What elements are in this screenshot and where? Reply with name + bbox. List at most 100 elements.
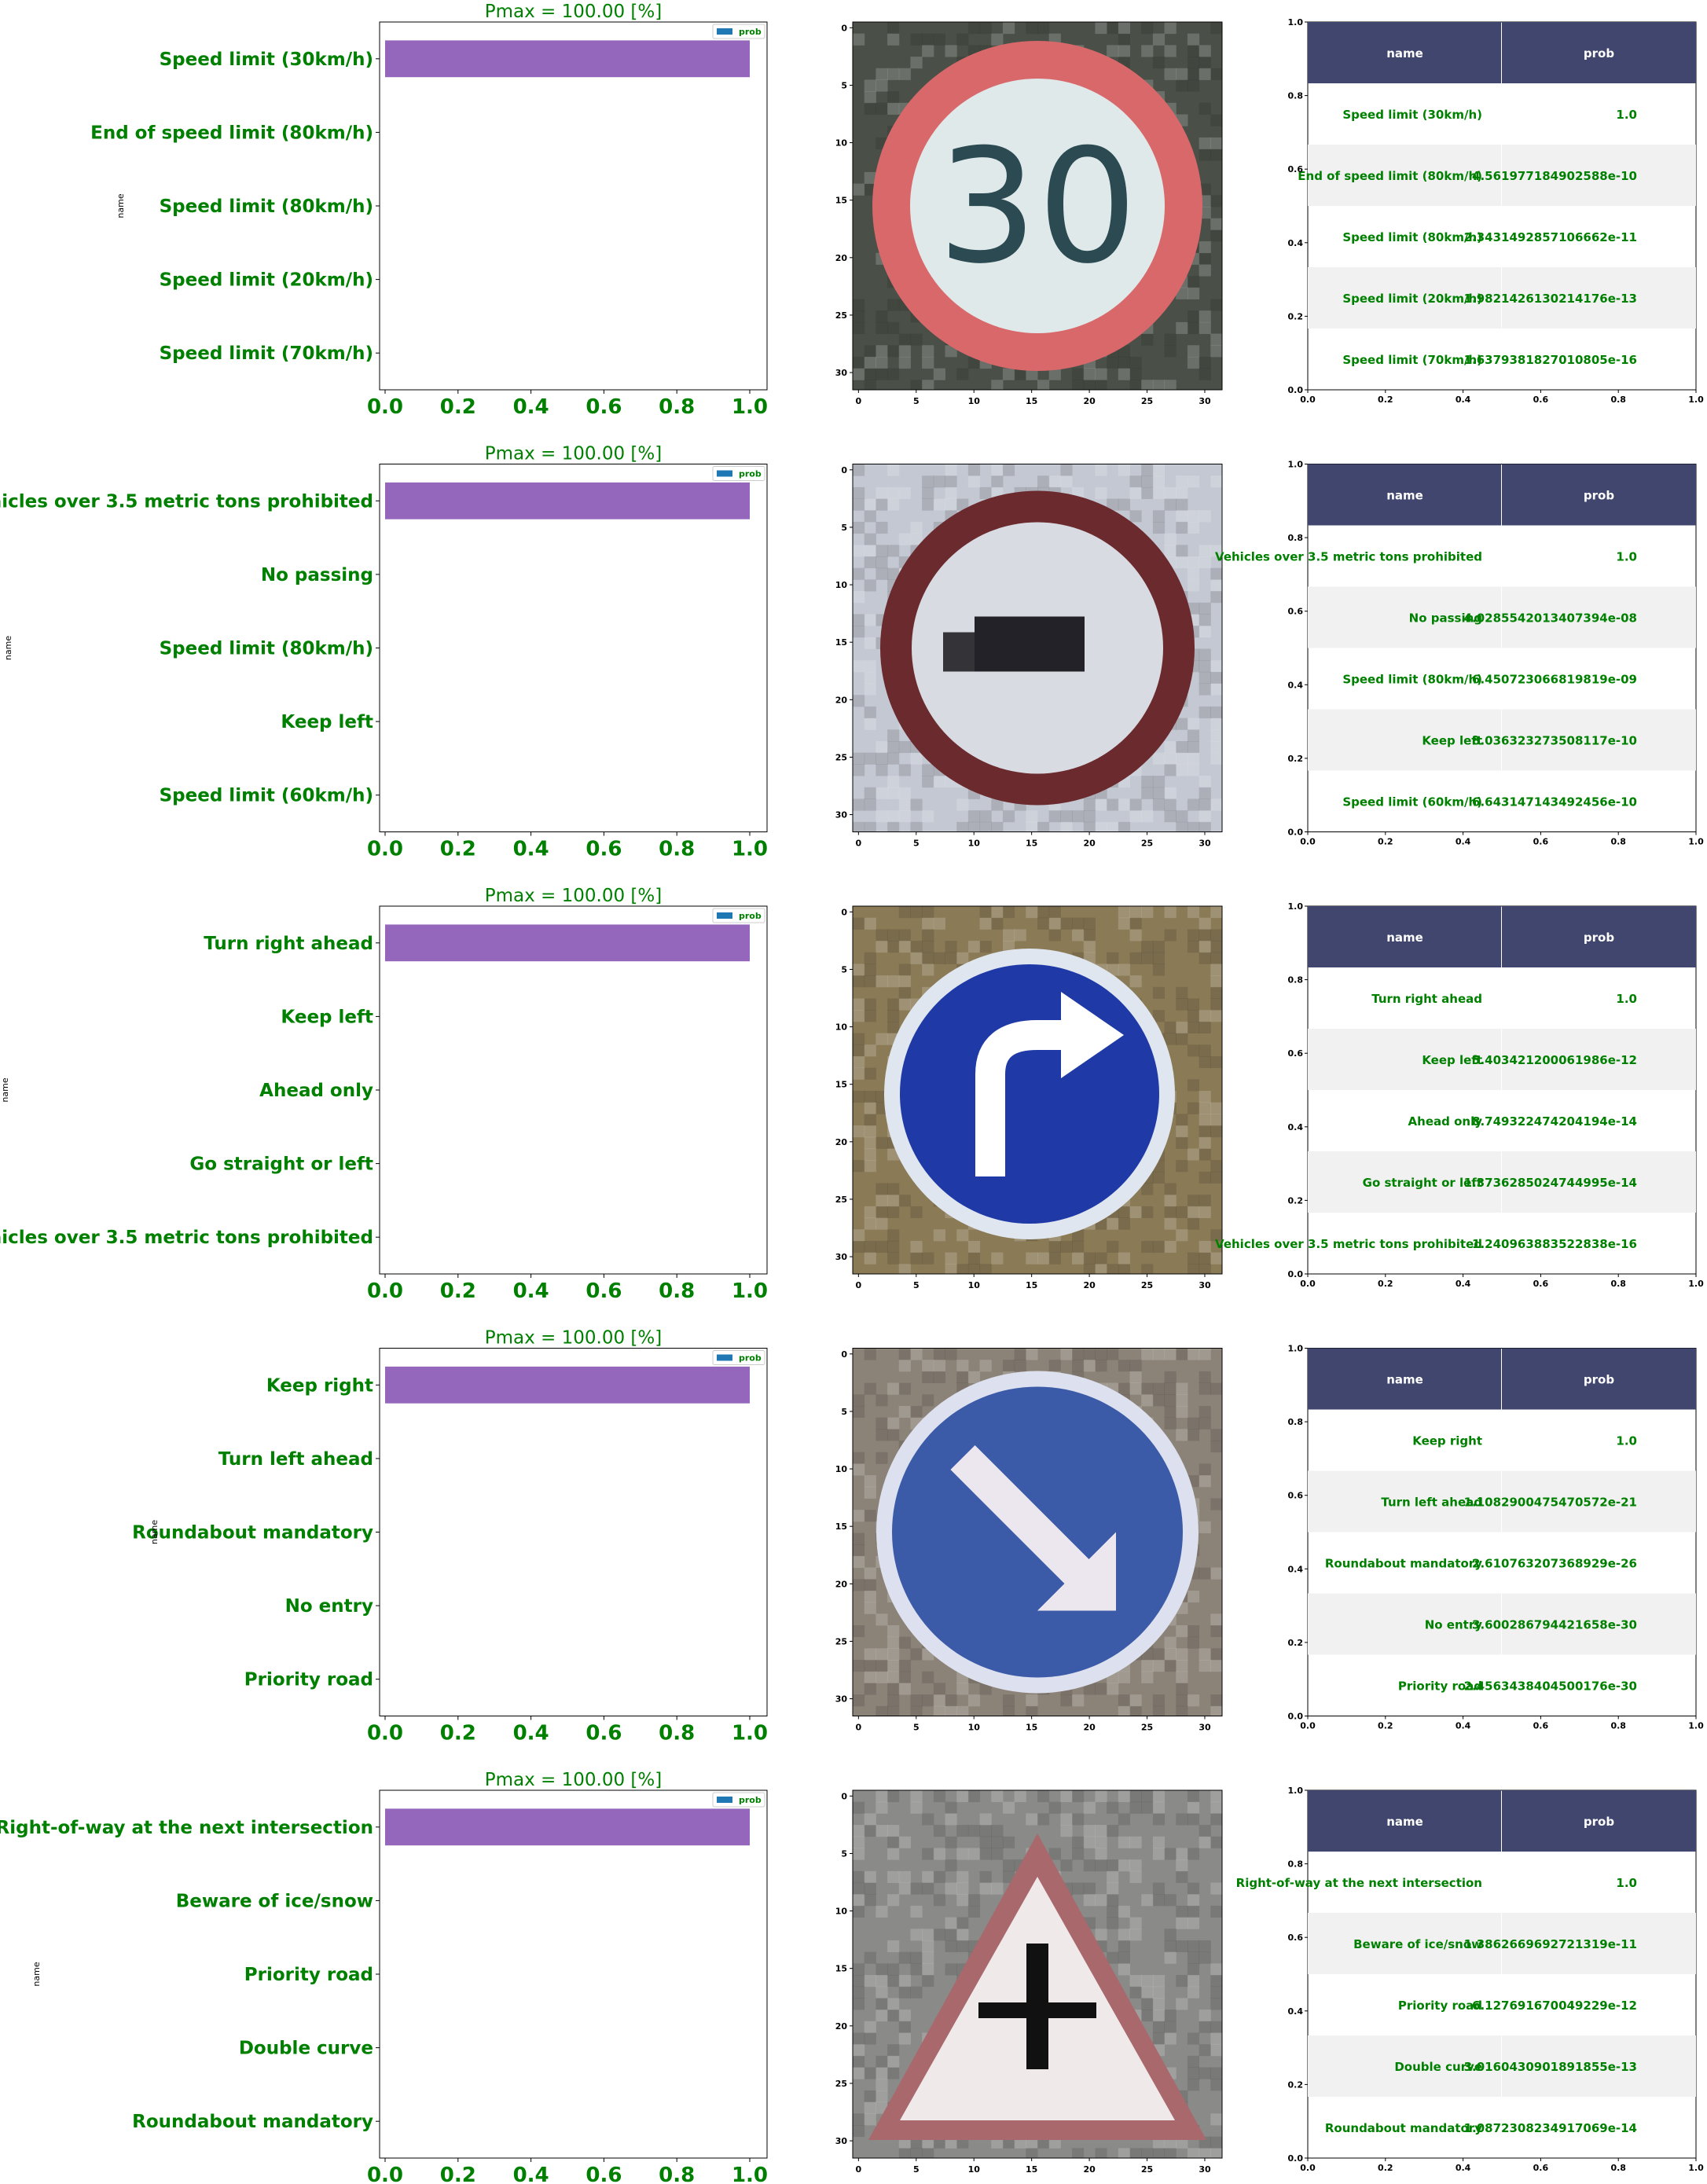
table-cell-prob: 1.3862669692721319e-11	[1464, 1937, 1637, 1951]
x-tick-label: 15	[1026, 1723, 1037, 1733]
table-cell-name: Keep right	[1412, 1434, 1482, 1448]
x-tick-label: 1.0	[732, 1722, 768, 1745]
y-tick-label: 30	[835, 368, 848, 378]
y-tick-label: 0.4	[1288, 1564, 1304, 1574]
bar-chart: Pmax = 100.00 [%] Vehicles over 3.5 metri…	[0, 444, 768, 861]
table-cell-prob: 4.0285542013407394e-08	[1464, 611, 1637, 626]
sign-face	[900, 964, 1159, 1224]
x-tick-label: 15	[1026, 2164, 1037, 2175]
y-tick-label: 20	[835, 1579, 848, 1589]
x-tick-label: 0.0	[367, 1279, 403, 1303]
x-tick-label: 0.8	[1610, 1279, 1626, 1289]
y-tick-label: 0.8	[1288, 1859, 1304, 1870]
category-label: End of speed limit (80km/h)	[90, 123, 373, 143]
category-label: No passing	[261, 565, 373, 585]
category-label: Turn left ahead	[218, 1449, 373, 1470]
x-tick-label: 25	[1141, 396, 1153, 406]
chart-row-3: Pmax = 100.00 [%] Turn right ahead Keep le…	[0, 886, 1704, 1303]
y-tick-label: 25	[835, 1195, 847, 1205]
table-header-name: name	[1386, 46, 1423, 61]
probability-table-panel: name prob Vehicles over 3.5 metric tons pr…	[1215, 460, 1704, 847]
y-tick-label: 0	[841, 465, 847, 475]
legend-swatch	[717, 28, 732, 35]
sign-image-panel: 0 5 10 15 20 25 30 0 5 10 15 20 25 30	[835, 1348, 1223, 1733]
x-tick-label: 0.4	[1456, 2163, 1471, 2173]
table-cell-prob: 1.6379381827010805e-16	[1464, 353, 1637, 367]
x-tick-label: 0	[856, 2164, 862, 2175]
chart-row-2: Pmax = 100.00 [%] Vehicles over 3.5 metri…	[0, 444, 1704, 861]
y-tick-label: 0.8	[1288, 533, 1304, 543]
x-tick-label: 10	[968, 1723, 981, 1733]
x-tick-label: 25	[1141, 2164, 1153, 2175]
sign-image-panel: 30 0 5 10 15 20 25 30 0 5 10 15 20 25 30	[835, 21, 1223, 406]
table-cell-prob: 5.403421200061986e-12	[1472, 1053, 1637, 1067]
y-tick-label: 5	[841, 80, 847, 90]
y-tick-label: 0.4	[1288, 238, 1304, 248]
probability-table-panel: name probKeep right 1.0Turn left ahead1.10…	[1288, 1344, 1705, 1731]
x-tick-label: 20	[1083, 2164, 1096, 2175]
y-tick-label: 0.6	[1288, 607, 1304, 617]
category-label: Roundabout mandatory	[132, 1523, 373, 1543]
x-tick-label: 0.8	[659, 1279, 695, 1303]
y-tick-label: 0.2	[1288, 1195, 1304, 1206]
table-cell-prob: 1.0	[1616, 1876, 1637, 1890]
x-tick-label: 20	[1083, 1280, 1096, 1290]
sign-image-panel: 0 5 10 15 20 25 30 0 5 10 15 20 25 30	[835, 1789, 1223, 2175]
y-tick-label: 0.2	[1288, 1638, 1304, 1648]
sign-image-panel: 0 5 10 15 20 25 30 0 5 10 15 20 25 30	[835, 464, 1223, 849]
y-axis-label: name	[149, 1520, 160, 1544]
legend: prob	[712, 1792, 765, 1808]
x-tick-label: 30	[1199, 2164, 1211, 2175]
x-tick-label: 0.8	[1610, 1721, 1626, 1731]
bar-chart: Pmax = 100.00 [%] Keep right Turn left ahe…	[132, 1328, 768, 1745]
table-cell-prob: 2.3431492857106662e-11	[1464, 230, 1637, 244]
x-tick-label: 0.8	[659, 2164, 695, 2184]
x-tick-label: 0.0	[367, 838, 403, 861]
cross-bar-icon	[978, 2002, 1096, 2018]
x-tick-label: 0.6	[586, 395, 622, 419]
y-tick-label: 20	[835, 253, 848, 263]
x-tick-label: 5	[913, 396, 920, 406]
x-tick-label: 15	[1026, 839, 1037, 849]
y-tick-label: 30	[835, 2136, 848, 2146]
x-tick-label: 0.2	[440, 395, 476, 419]
bar	[385, 1366, 750, 1404]
legend-label: prob	[739, 1353, 762, 1364]
bar	[385, 40, 750, 78]
y-axis-label: name	[0, 1077, 10, 1102]
chart-row-1: Pmax = 100.00 [%] Speed limit (30km/h) End…	[90, 2, 1704, 419]
category-label: Speed limit (80km/h)	[160, 196, 373, 217]
x-tick-label: 1.0	[732, 1279, 768, 1303]
y-tick-label: 5	[841, 523, 847, 533]
x-tick-label: 20	[1083, 1723, 1096, 1733]
y-tick-label: 10	[835, 138, 848, 149]
x-tick-label: 10	[968, 839, 981, 849]
y-tick-label: 0.6	[1288, 164, 1304, 174]
y-tick-label: 1.0	[1288, 901, 1304, 912]
table-cell-prob: 1.9821426130214176e-13	[1464, 292, 1637, 306]
y-tick-label: 0.0	[1288, 2153, 1304, 2164]
category-label: Turn right ahead	[204, 934, 373, 954]
legend-label: prob	[739, 27, 762, 37]
x-tick-label: 10	[968, 396, 981, 406]
x-tick-label: 0.6	[586, 2164, 622, 2184]
table-cell-prob: 1.1082900475470572e-21	[1464, 1496, 1637, 1510]
table-cell-prob: 2.4563438404500176e-30	[1464, 1679, 1637, 1694]
x-tick-label: 0.0	[367, 1722, 403, 1745]
x-tick-label: 25	[1141, 1280, 1153, 1290]
x-tick-label: 0.2	[1378, 395, 1393, 405]
table-cell-name: Ahead only	[1408, 1114, 1483, 1129]
table-header-prob: prob	[1584, 46, 1614, 61]
category-label: Speed limit (60km/h)	[160, 786, 373, 806]
y-tick-label: 0.8	[1288, 91, 1304, 101]
y-tick-label: 0.0	[1288, 828, 1304, 838]
x-tick-label: 0.8	[1610, 837, 1626, 847]
y-axis-label: name	[31, 1962, 42, 1986]
table-cell-name: Speed limit (80km/h)	[1342, 673, 1482, 687]
x-tick-label: 0.0	[1300, 2163, 1316, 2173]
x-tick-label: 1.0	[732, 838, 768, 861]
bar	[385, 1808, 750, 1846]
y-tick-label: 0.6	[1288, 1491, 1304, 1501]
y-tick-label: 0.4	[1288, 1122, 1304, 1132]
table-cell-prob: 1.0	[1616, 1434, 1637, 1448]
